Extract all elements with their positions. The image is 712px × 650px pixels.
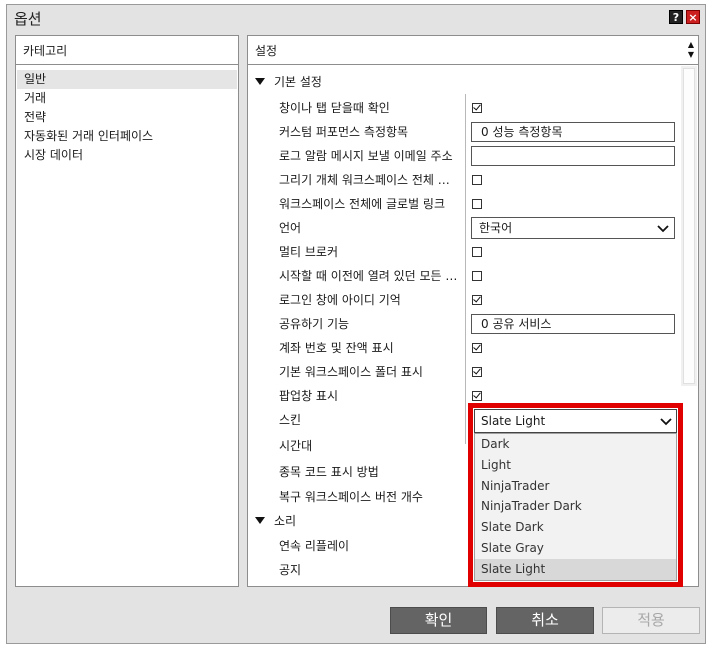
skin-option-selected[interactable]: Slate Light bbox=[475, 558, 676, 580]
open-previous-workspaces-checkbox[interactable] bbox=[472, 271, 482, 281]
category-item-market-data[interactable]: 시장 데이터 bbox=[17, 146, 237, 165]
chevron-down-icon bbox=[660, 418, 672, 426]
category-item-trading[interactable]: 거래 bbox=[17, 89, 237, 108]
account-balance-checkbox[interactable] bbox=[472, 343, 482, 353]
column-divider bbox=[465, 94, 466, 444]
settings-header-label: 설정 bbox=[255, 44, 278, 58]
setting-label: 기본 워크스페이스 폴더 표시 bbox=[279, 365, 423, 379]
cancel-button[interactable]: 취소 bbox=[496, 607, 594, 634]
global-link-checkbox[interactable] bbox=[472, 199, 482, 209]
setting-label: 그리기 개체 워크스페이스 전체 적용 bbox=[279, 173, 459, 187]
skin-option[interactable]: Dark bbox=[475, 434, 676, 455]
window-title: 옵션 bbox=[14, 10, 42, 28]
section-sound-label: 소리 bbox=[274, 514, 297, 528]
remember-id-checkbox[interactable] bbox=[472, 295, 482, 305]
skin-select[interactable]: Slate Light bbox=[474, 409, 677, 433]
setting-label: 종목 코드 표시 방법 bbox=[279, 465, 379, 479]
setting-label: 공유하기 기능 bbox=[279, 317, 350, 331]
collapse-triangle-icon[interactable] bbox=[255, 78, 265, 85]
category-panel: 카테고리 일반 거래 전략 자동화된 거래 인터페이스 시장 데이터 bbox=[15, 35, 239, 587]
setting-label: 팝업창 표시 bbox=[279, 389, 339, 403]
section-sound[interactable]: 소리 bbox=[255, 510, 296, 532]
language-value: 한국어 bbox=[479, 221, 513, 235]
setting-label: 언어 bbox=[279, 221, 302, 235]
setting-label: 창이나 탭 닫을때 확인 bbox=[279, 101, 390, 115]
title-bar: 옵션 ? × bbox=[7, 5, 705, 31]
collapse-triangle-icon[interactable] bbox=[255, 517, 265, 524]
performance-metrics-field[interactable]: 0 성능 측정항목 bbox=[471, 122, 675, 142]
category-item-automated-trading[interactable]: 자동화된 거래 인터페이스 bbox=[17, 127, 237, 146]
share-services-field[interactable]: 0 공유 서비스 bbox=[471, 314, 675, 334]
skin-dropdown-list: Dark Light NinjaTrader NinjaTrader Dark … bbox=[474, 433, 677, 581]
skin-value: Slate Light bbox=[481, 414, 546, 428]
vertical-scrollbar[interactable] bbox=[681, 66, 697, 386]
setting-label: 멀티 브로커 bbox=[279, 245, 339, 259]
chevron-down-icon bbox=[657, 225, 669, 233]
setting-label: 계좌 번호 및 잔액 표시 bbox=[279, 341, 394, 355]
scroll-arrows-icon[interactable]: ▲ ▼ bbox=[686, 40, 696, 60]
skin-option[interactable]: Slate Gray bbox=[475, 538, 676, 559]
category-list: 일반 거래 전략 자동화된 거래 인터페이스 시장 데이터 bbox=[16, 70, 238, 165]
setting-label: 복구 워크스페이스 버전 개수 bbox=[279, 490, 423, 504]
setting-label: 시간대 bbox=[279, 439, 313, 453]
setting-label: 워크스페이스 전체에 글로벌 링크 bbox=[279, 197, 446, 211]
setting-label: 커스텀 퍼포먼스 측정항목 bbox=[279, 125, 409, 139]
ok-button[interactable]: 확인 bbox=[390, 607, 487, 634]
category-header-label: 카테고리 bbox=[23, 44, 68, 58]
settings-header: 설정 ▲ ▼ bbox=[248, 36, 698, 65]
setting-label: 공지 bbox=[279, 563, 302, 577]
settings-panel: 설정 ▲ ▼ 기본 설정 창이나 탭 닫을때 확인 커스텀 퍼포먼스 측정항목 0… bbox=[247, 35, 699, 587]
section-basic[interactable]: 기본 설정 bbox=[255, 71, 322, 93]
log-email-field[interactable] bbox=[471, 146, 675, 166]
setting-label: 시작할 때 이전에 열려 있던 모든 워크스페이스 bbox=[279, 269, 459, 283]
drawing-objects-checkbox[interactable] bbox=[472, 175, 482, 185]
close-button[interactable]: × bbox=[686, 10, 700, 24]
apply-button[interactable]: 적용 bbox=[602, 607, 700, 634]
language-select[interactable]: 한국어 bbox=[471, 217, 675, 239]
section-basic-label: 기본 설정 bbox=[274, 75, 322, 89]
skin-option[interactable]: Slate Dark bbox=[475, 517, 676, 538]
scrollbar-thumb[interactable] bbox=[683, 68, 695, 384]
confirm-close-checkbox[interactable] bbox=[472, 103, 482, 113]
options-window: 옵션 ? × 카테고리 일반 거래 전략 자동화된 거래 인터페이스 시장 데이… bbox=[6, 4, 706, 644]
workspace-folder-checkbox[interactable] bbox=[472, 367, 482, 377]
setting-label: 로그 알람 메시지 보낼 이메일 주소 bbox=[279, 149, 453, 163]
skin-option[interactable]: NinjaTrader Dark bbox=[475, 496, 676, 517]
skin-option[interactable]: NinjaTrader bbox=[475, 476, 676, 497]
setting-label: 로그인 창에 아이디 기억 bbox=[279, 293, 401, 307]
category-item-strategy[interactable]: 전략 bbox=[17, 108, 237, 127]
category-header: 카테고리 bbox=[16, 36, 238, 65]
setting-label: 스킨 bbox=[279, 413, 302, 427]
setting-label: 연속 리플레이 bbox=[279, 539, 350, 553]
help-button[interactable]: ? bbox=[669, 10, 683, 24]
popup-checkbox[interactable] bbox=[472, 391, 482, 401]
skin-option[interactable]: Light bbox=[475, 455, 676, 476]
category-item-general[interactable]: 일반 bbox=[17, 70, 237, 89]
multi-broker-checkbox[interactable] bbox=[472, 247, 482, 257]
